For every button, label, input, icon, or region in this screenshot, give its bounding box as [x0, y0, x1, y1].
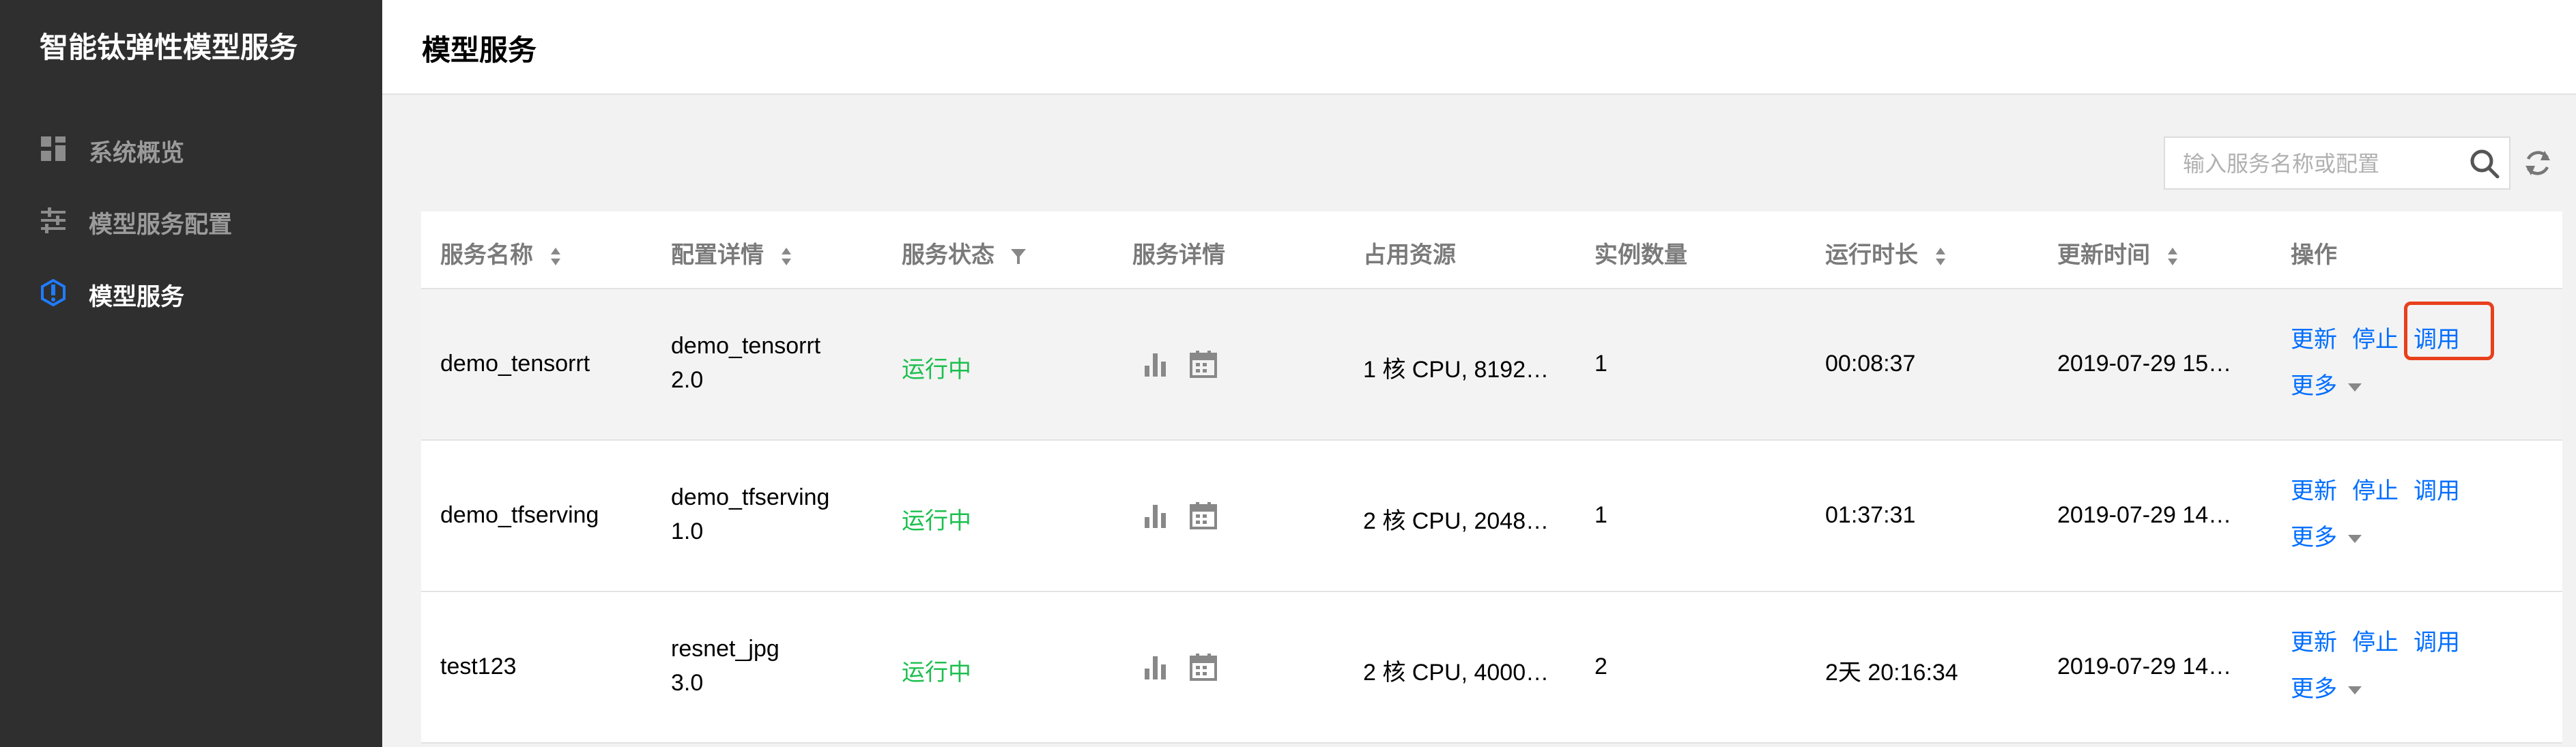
column-header-label: 服务状态: [902, 242, 994, 268]
chevron-down-icon: [2348, 383, 2362, 392]
config-detail[interactable]: resnet_jpg 3.0: [671, 632, 779, 700]
filter-icon[interactable]: [1010, 248, 1027, 265]
stop-button[interactable]: 停止: [2352, 321, 2399, 354]
table-row: test123 resnet_jpg 3.0 运行中 2 核 CPU, 4000…: [421, 592, 2562, 744]
sidebar-item-overview[interactable]: 系统概览: [0, 116, 382, 177]
instance-count: 2: [1594, 654, 1607, 679]
column-header-label: 运行时长: [1825, 242, 1918, 268]
stop-button[interactable]: 停止: [2352, 624, 2399, 657]
column-header-config[interactable]: 配置详情: [671, 236, 793, 269]
chevron-down-icon: [2348, 535, 2362, 544]
runtime: 01:37:31: [1825, 502, 1916, 528]
service-name: demo_tfserving: [440, 502, 599, 528]
sliders-icon: [41, 207, 66, 233]
column-header-label: 服务名称: [440, 242, 533, 268]
services-table: 服务名称 配置详情 服务状态 服务详情 占用资源 实例数量 运行时长 更新时间 …: [421, 211, 2562, 744]
column-header-detail: 服务详情: [1132, 242, 1225, 268]
instance-count: 1: [1594, 351, 1607, 377]
update-time: 2019-07-29 15:00:00: [2057, 351, 2235, 377]
column-header-runtime[interactable]: 运行时长: [1825, 236, 1947, 269]
page-header: 模型服务: [382, 0, 2576, 95]
stop-button[interactable]: 停止: [2352, 472, 2399, 506]
sort-icon[interactable]: [2166, 246, 2179, 267]
column-header-status[interactable]: 服务状态: [902, 236, 1027, 269]
update-button[interactable]: 更新: [2291, 472, 2337, 506]
column-header-label: 更新时间: [2057, 242, 2150, 268]
config-detail[interactable]: demo_tfserving 1.0: [671, 480, 829, 548]
table-row: demo_tensorrt demo_tensorrt 2.0 运行中 1 核 …: [421, 289, 2562, 441]
config-name: demo_tfserving: [671, 484, 830, 510]
invoke-button[interactable]: 调用: [2414, 624, 2460, 657]
more-dropdown[interactable]: 更多: [2291, 518, 2362, 552]
instance-count: 1: [1594, 502, 1607, 528]
column-header-label: 配置详情: [671, 242, 764, 268]
more-label: 更多: [2291, 373, 2337, 399]
resource-usage: 2 核 CPU, 2048MB: [1363, 508, 1554, 534]
status-text: 运行中: [902, 357, 971, 383]
update-time: 2019-07-29 14:00:00: [2057, 654, 2235, 679]
sidebar: 智能钛弹性模型服务 系统概览 模型服务配置 模型服务: [0, 0, 382, 747]
column-header-updated[interactable]: 更新时间: [2057, 236, 2179, 269]
invoke-button[interactable]: 调用: [2414, 321, 2460, 354]
app-title: 智能钛弹性模型服务: [40, 31, 298, 63]
config-name: demo_tensorrt: [671, 333, 821, 359]
runtime: 00:08:37: [1825, 351, 1916, 377]
sidebar-item-label: 系统概览: [89, 140, 185, 166]
more-label: 更多: [2291, 525, 2337, 551]
more-dropdown[interactable]: 更多: [2291, 367, 2362, 400]
calendar-log-icon[interactable]: [1188, 349, 1218, 379]
search-input[interactable]: [2183, 150, 2456, 177]
config-version: 2.0: [671, 367, 704, 393]
sidebar-item-label: 模型服务配置: [89, 211, 233, 238]
refresh-icon[interactable]: [2521, 147, 2554, 179]
column-header-resources: 占用资源: [1363, 242, 1456, 268]
service-name: test123: [440, 654, 517, 679]
dashboard-grid-icon: [41, 136, 66, 161]
config-version: 1.0: [671, 518, 704, 544]
runtime: 2天 20:16:34: [1825, 660, 1958, 686]
bar-chart-icon[interactable]: [1141, 501, 1171, 531]
config-name: resnet_jpg: [671, 636, 779, 662]
update-button[interactable]: 更新: [2291, 321, 2337, 354]
sort-icon[interactable]: [779, 246, 793, 267]
sidebar-item-model-config[interactable]: 模型服务配置: [0, 188, 382, 249]
table-row: demo_tfserving demo_tfserving 1.0 运行中 2 …: [421, 441, 2562, 592]
sidebar-item-label: 模型服务: [89, 284, 185, 310]
chevron-down-icon: [2348, 686, 2362, 695]
resource-usage: 2 核 CPU, 4000MB: [1363, 660, 1554, 686]
status-text: 运行中: [902, 508, 971, 534]
update-button[interactable]: 更新: [2291, 624, 2337, 657]
bar-chart-icon[interactable]: [1141, 652, 1171, 682]
bar-chart-icon[interactable]: [1141, 349, 1171, 379]
sidebar-item-model-service[interactable]: 模型服务: [0, 260, 382, 321]
calendar-log-icon[interactable]: [1188, 501, 1218, 531]
update-time: 2019-07-29 14:00:00: [2057, 502, 2235, 528]
config-detail[interactable]: demo_tensorrt 2.0: [671, 329, 820, 397]
search-icon[interactable]: [2468, 147, 2501, 180]
table-header: 服务名称 配置详情 服务状态 服务详情 占用资源 实例数量 运行时长 更新时间 …: [421, 211, 2562, 289]
page-title: 模型服务: [422, 34, 537, 66]
invoke-button[interactable]: 调用: [2414, 472, 2460, 506]
config-version: 3.0: [671, 670, 704, 696]
more-dropdown[interactable]: 更多: [2291, 670, 2362, 703]
sort-icon[interactable]: [549, 246, 562, 267]
resource-usage: 1 核 CPU, 8192MB: [1363, 357, 1554, 383]
more-label: 更多: [2291, 676, 2337, 702]
model-hexagon-icon: [41, 279, 66, 306]
calendar-log-icon[interactable]: [1188, 652, 1218, 682]
search-box: [2164, 136, 2510, 190]
service-name: demo_tensorrt: [440, 351, 590, 377]
column-header-actions: 操作: [2291, 242, 2337, 268]
column-header-name[interactable]: 服务名称: [440, 236, 562, 269]
sort-icon[interactable]: [1934, 246, 1947, 267]
column-header-instances: 实例数量: [1594, 242, 1687, 268]
status-text: 运行中: [902, 660, 971, 686]
